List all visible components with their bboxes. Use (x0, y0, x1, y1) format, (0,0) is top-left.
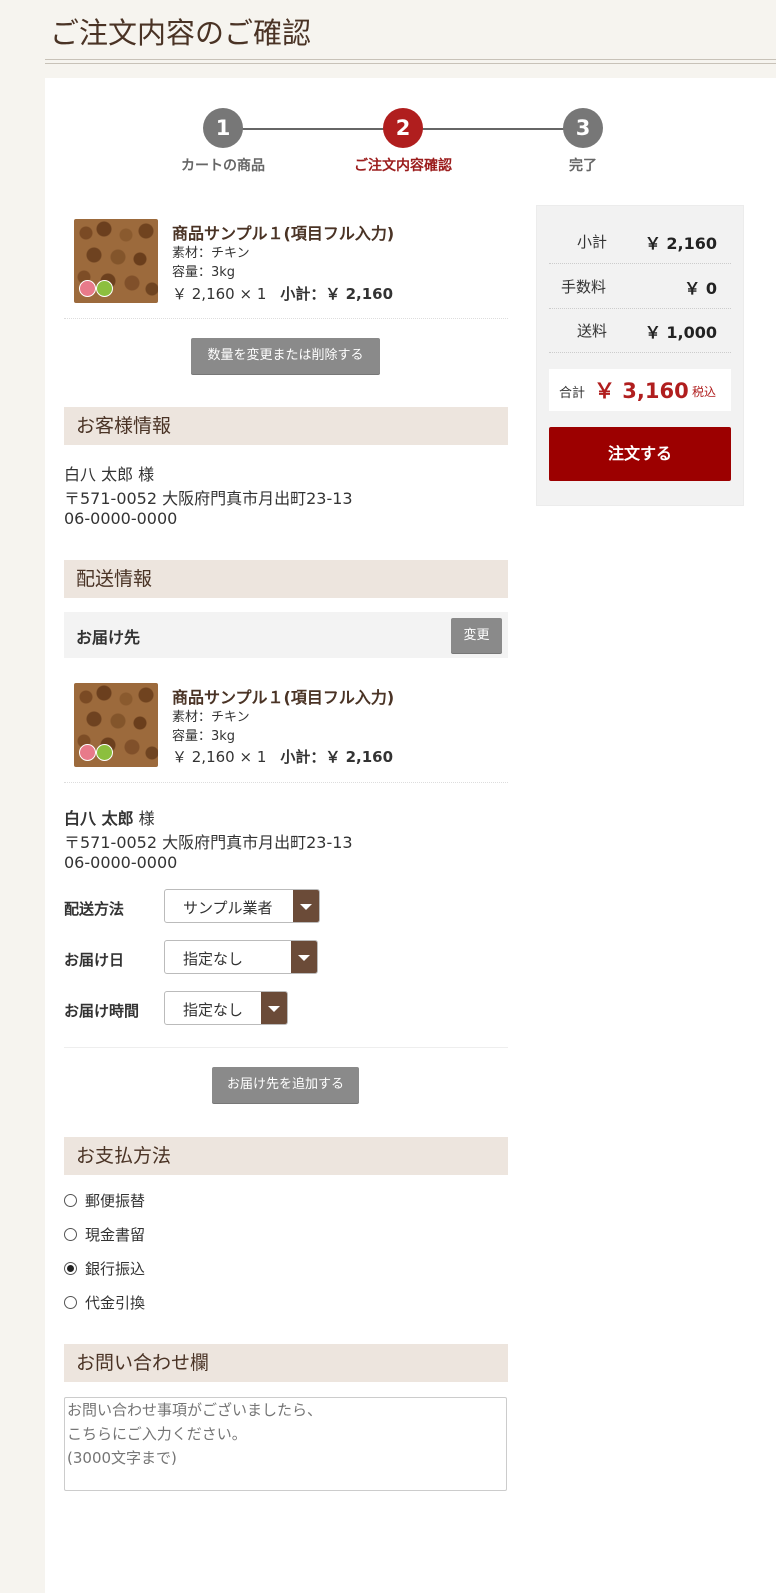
recipient-address: 〒571-0052 大阪府門真市月出町23-13 (64, 833, 353, 852)
radio-button[interactable] (64, 1296, 77, 1309)
product-capacity: 容量：3kg (172, 729, 236, 744)
customer-phone: 06-0000-0000 (64, 509, 178, 528)
payment-option-label: 銀行振込 (85, 1260, 146, 1278)
step-2-label: ご注文内容確認 (354, 158, 452, 174)
title-divider (45, 59, 776, 64)
summary-shipping-row: 送料 ￥ 1,000 (549, 308, 731, 353)
customer-address: 〒571-0052 大阪府門真市月出町23-13 (64, 489, 353, 508)
fee-label: 手数料 (561, 278, 607, 296)
product-unit-price: ￥ 2,160 × 1 (172, 748, 267, 766)
fee-value: ￥ 0 (684, 279, 717, 298)
payment-option-label: 郵便振替 (85, 1192, 146, 1210)
delivery-time-label: お届け時間 (64, 1002, 140, 1020)
step-2-circle: 2 (383, 108, 423, 148)
shipping-method-label: 配送方法 (64, 900, 125, 918)
step-1-circle: 1 (203, 108, 243, 148)
summary-subtotal-row: 小計 ￥ 2,160 (549, 219, 731, 264)
shipping-method-select[interactable]: サンプル業者 (164, 889, 320, 923)
total-label: 合計 (559, 386, 586, 401)
product-image[interactable] (74, 683, 158, 767)
inquiry-textarea[interactable] (64, 1397, 507, 1491)
chevron-down-icon (291, 941, 317, 973)
cat-icon (79, 744, 96, 761)
subtotal-label: 小計 (577, 233, 608, 251)
shipping-label: 送料 (577, 322, 608, 340)
divider (64, 782, 508, 783)
delivery-date-value: 指定なし (183, 950, 244, 968)
payment-method-heading: お支払方法 (64, 1137, 508, 1175)
product-subtotal: 小計：￥ 2,160 (280, 748, 394, 766)
total-value: ￥ 3,160 (594, 379, 689, 403)
page-title: ご注文内容のご確認 (50, 16, 312, 50)
radio-button-selected[interactable] (64, 1262, 77, 1275)
radio-button[interactable] (64, 1194, 77, 1207)
divider (64, 1047, 508, 1048)
payment-option-label: 代金引換 (85, 1294, 146, 1312)
delivery-time-value: 指定なし (183, 1001, 244, 1019)
step-1-label: カートの商品 (181, 158, 265, 174)
recipient-honorific: 様 (133, 809, 155, 828)
destination-bar: お届け先 (64, 612, 508, 658)
product-image[interactable] (74, 219, 158, 303)
destination-label: お届け先 (76, 628, 141, 647)
payment-option-label: 現金書留 (85, 1226, 146, 1244)
fish-icon (96, 744, 113, 761)
step-3-circle: 3 (563, 108, 603, 148)
product-subtotal: 小計：￥ 2,160 (280, 285, 394, 303)
place-order-button[interactable]: 注文する (549, 427, 731, 481)
product-material: 素材：チキン (172, 246, 250, 261)
payment-option[interactable]: 銀行振込 (64, 1258, 145, 1279)
change-destination-button[interactable]: 変更 (451, 618, 502, 653)
divider (64, 318, 508, 319)
add-destination-button[interactable]: お届け先を追加する (212, 1067, 359, 1103)
fish-icon (96, 280, 113, 297)
customer-name: 白八 太郎 様 (64, 465, 155, 484)
chevron-down-icon (261, 992, 287, 1024)
step-connector (403, 128, 583, 130)
payment-option[interactable]: 現金書留 (64, 1224, 145, 1245)
step-connector (223, 128, 403, 130)
summary-fee-row: 手数料 ￥ 0 (549, 264, 731, 309)
cat-icon (79, 280, 96, 297)
recipient-name: 白八 太郎 様 (64, 805, 155, 829)
tax-included-label: 税込 (692, 385, 717, 399)
order-summary: 小計 ￥ 2,160 手数料 ￥ 0 送料 ￥ 1,000 合計 ￥ 3,160… (536, 205, 744, 506)
product-name[interactable]: 商品サンプル１(項目フル入力) (172, 684, 394, 708)
delivery-info-heading: 配送情報 (64, 560, 508, 598)
radio-button[interactable] (64, 1228, 77, 1241)
recipient-phone: 06-0000-0000 (64, 853, 178, 872)
delivery-date-label: お届け日 (64, 951, 125, 969)
product-material: 素材：チキン (172, 710, 250, 725)
chevron-down-icon (293, 890, 319, 922)
recipient-name-bold: 白八 太郎 (64, 809, 134, 828)
product-price-line: ￥ 2,160 × 1 小計：￥ 2,160 (172, 283, 393, 304)
payment-option[interactable]: 代金引換 (64, 1292, 145, 1313)
product-unit-price: ￥ 2,160 × 1 (172, 285, 267, 303)
delivery-time-select[interactable]: 指定なし (164, 991, 288, 1025)
shipping-value: ￥ 1,000 (644, 323, 717, 342)
change-quantity-button[interactable]: 数量を変更または削除する (191, 338, 380, 374)
payment-option[interactable]: 郵便振替 (64, 1190, 145, 1211)
subtotal-value: ￥ 2,160 (644, 234, 717, 253)
product-name[interactable]: 商品サンプル１(項目フル入力) (172, 220, 394, 244)
customer-info-heading: お客様情報 (64, 407, 508, 445)
shipping-method-value: サンプル業者 (183, 899, 273, 917)
product-capacity: 容量：3kg (172, 265, 236, 280)
total-box: 合計 ￥ 3,160 税込 (549, 369, 731, 411)
product-price-line: ￥ 2,160 × 1 小計：￥ 2,160 (172, 746, 393, 767)
inquiry-heading: お問い合わせ欄 (64, 1344, 508, 1382)
delivery-date-select[interactable]: 指定なし (164, 940, 318, 974)
step-3-label: 完了 (569, 158, 597, 174)
